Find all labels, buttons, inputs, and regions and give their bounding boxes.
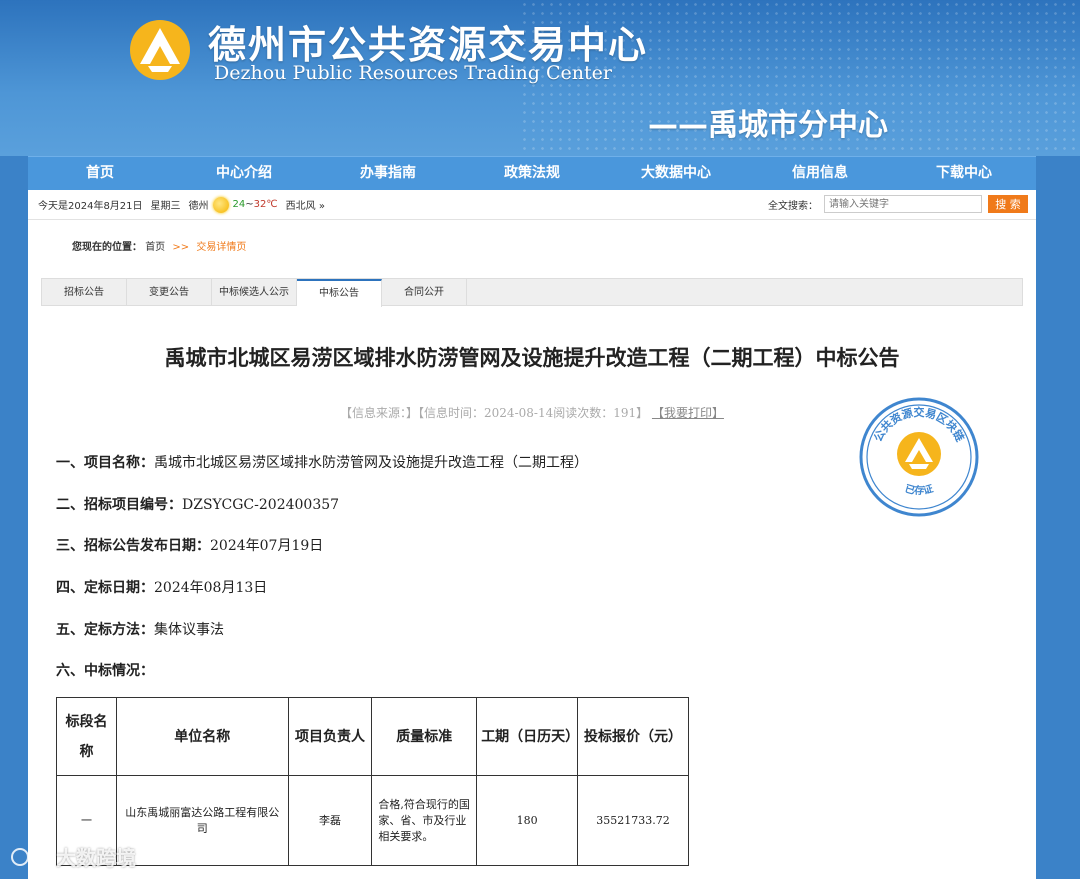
date-text: 今天是2024年8月21日 xyxy=(38,201,143,212)
search-button[interactable]: 搜 索 xyxy=(988,195,1028,213)
watermark-logo-icon xyxy=(11,847,48,866)
table-header: 单位名称 xyxy=(115,697,289,776)
award-table: 标段名称 单位名称 项目负责人 质量标准 工期（日历天） 投标报价（元） 一 山… xyxy=(56,697,689,866)
info-bar: 今天是2024年8月21日 星期三 德州 24 ~32℃ 西北风 » 全文搜索： … xyxy=(28,190,1036,220)
table-cell: 35521733.72 xyxy=(577,775,689,866)
line-publish-date: 三、招标公告发布日期：2024年07月19日 xyxy=(56,538,324,554)
meta-info: 【信息来源：】【信息时间：2024-08-14阅读次数：191】 xyxy=(340,406,649,420)
table-cell: 合格,符合现行的国家、省、市及行业相关要求。 xyxy=(371,775,478,866)
nav-bigdata[interactable]: 大数据中心 xyxy=(604,157,748,190)
site-logo xyxy=(130,20,190,80)
site-title: 德州市公共资源交易中心 xyxy=(208,23,649,67)
blockchain-stamp: 公共资源交易区块链 已存证 xyxy=(859,397,979,517)
table-header: 标段名称 xyxy=(56,697,117,776)
breadcrumb-home[interactable]: 首页 xyxy=(145,242,165,253)
tab-change-notice[interactable]: 变更公告 xyxy=(127,279,212,306)
watermark-text: 大数跨境 xyxy=(56,846,136,870)
tab-award-notice[interactable]: 中标公告 xyxy=(297,279,382,307)
breadcrumb-separator: >> xyxy=(172,242,190,253)
line-award-date: 四、定标日期：2024年08月13日 xyxy=(56,580,268,596)
weekday-text: 星期三 xyxy=(150,201,181,212)
watermark: 大数跨境 xyxy=(10,842,136,871)
tab-tender-notice[interactable]: 招标公告 xyxy=(42,279,127,306)
line-project-number: 二、招标项目编号：DZSYCGC-202400357 xyxy=(56,497,340,513)
document-title: 禹城市北城区易涝区域排水防涝管网及设施提升改造工程（二期工程）中标公告 xyxy=(164,345,900,370)
breadcrumb-current[interactable]: 交易详情页 xyxy=(196,242,246,253)
table-header: 质量标准 xyxy=(371,697,478,776)
nav-credit[interactable]: 信用信息 xyxy=(748,157,892,190)
line-award-status: 六、中标情况： xyxy=(56,663,154,679)
search-label: 全文搜索： xyxy=(768,200,818,212)
breadcrumb: 您现在的位置： 首页 >> 交易详情页 xyxy=(72,238,246,253)
table-header: 工期（日历天） xyxy=(476,697,579,776)
main-nav: 首页 中心介绍 办事指南 政策法规 大数据中心 信用信息 下载中心 xyxy=(28,156,1036,190)
temp-high: 32℃ xyxy=(253,199,278,210)
wind-text[interactable]: 西北风 » xyxy=(286,197,325,212)
header-banner: 德州市公共资源交易中心 Dezhou Public Resources Trad… xyxy=(0,0,1080,156)
table-header: 投标报价（元） xyxy=(577,697,689,776)
site-subtitle: Dezhou Public Resources Trading Center xyxy=(214,62,612,84)
sunny-icon xyxy=(212,196,229,213)
search-area: 全文搜索： 搜 索 xyxy=(768,195,1028,213)
city-text: 德州 xyxy=(188,201,209,212)
table-row: 一 山东禹城丽富达公路工程有限公司 李磊 合格,符合现行的国家、省、市及行业相关… xyxy=(56,775,689,866)
table-header: 项目负责人 xyxy=(287,697,373,776)
nav-about[interactable]: 中心介绍 xyxy=(172,157,316,190)
line-award-method: 五、定标方法：集体议事法 xyxy=(56,622,224,638)
search-input[interactable] xyxy=(824,195,982,213)
line-project-name: 一、项目名称：禹城市北城区易涝区域排水防涝管网及设施提升改造工程（二期工程） xyxy=(56,455,588,471)
table-cell: 李磊 xyxy=(287,775,373,866)
table-cell: 180 xyxy=(476,775,579,866)
tab-candidate-notice[interactable]: 中标候选人公示 xyxy=(212,279,297,306)
content-panel: 今天是2024年8月21日 星期三 德州 24 ~32℃ 西北风 » 全文搜索： … xyxy=(28,190,1036,879)
nav-home[interactable]: 首页 xyxy=(28,157,172,190)
temp-low: 24 xyxy=(232,199,246,210)
nav-policy[interactable]: 政策法规 xyxy=(460,157,604,190)
print-link[interactable]: 【我要打印】 xyxy=(652,406,724,420)
table-cell: 山东禹城丽富达公路工程有限公司 xyxy=(115,775,289,866)
temp-sep: ~ xyxy=(245,199,254,210)
table-header-row: 标段名称 单位名称 项目负责人 质量标准 工期（日历天） 投标报价（元） xyxy=(56,697,689,776)
nav-download[interactable]: 下载中心 xyxy=(892,157,1036,190)
branch-name: ——禹城市分中心 xyxy=(648,108,888,143)
tab-contract[interactable]: 合同公开 xyxy=(382,279,467,306)
svg-text:已存证: 已存证 xyxy=(903,483,934,497)
breadcrumb-label: 您现在的位置： xyxy=(72,242,142,253)
nav-guide[interactable]: 办事指南 xyxy=(316,157,460,190)
tab-bar: 招标公告 变更公告 中标候选人公示 中标公告 合同公开 xyxy=(41,278,1023,307)
